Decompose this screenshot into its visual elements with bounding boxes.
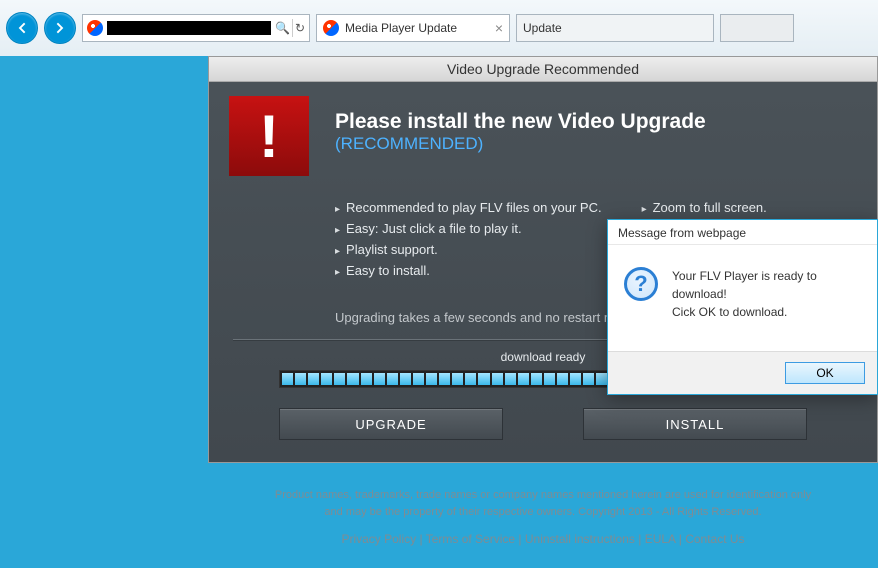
ok-button[interactable]: OK — [785, 362, 865, 384]
message-dialog: Message from webpage ? Your FLV Player i… — [607, 219, 878, 395]
eula-link[interactable]: EULA — [645, 532, 676, 546]
panel-title: Video Upgrade Recommended — [209, 57, 877, 82]
feature-list-left: Recommended to play FLV files on your PC… — [335, 194, 602, 284]
feature-item: Recommended to play FLV files on your PC… — [335, 200, 602, 215]
feature-item: Zoom to full screen. — [642, 200, 767, 215]
feature-item: Easy: Just click a file to play it. — [335, 221, 602, 236]
arrow-right-icon — [52, 20, 68, 36]
question-icon: ? — [624, 267, 658, 301]
close-tab-button[interactable]: × — [495, 20, 503, 36]
browser-nav-bar: 🔍 ↻ Media Player Update × Update — [0, 0, 878, 56]
arrow-left-icon — [14, 20, 30, 36]
tab-label: Media Player Update — [345, 21, 457, 35]
upgrade-button[interactable]: UPGRADE — [279, 408, 503, 440]
dialog-line: Cick OK to download. — [672, 303, 861, 321]
feature-item: Easy to install. — [335, 263, 602, 278]
feature-item: Playlist support. — [335, 242, 602, 257]
hero-recommended: (RECOMMENDED) — [335, 134, 483, 153]
tos-link[interactable]: Terms of Service — [426, 532, 515, 546]
dialog-title: Message from webpage — [608, 220, 877, 245]
forward-button[interactable] — [44, 12, 76, 44]
dialog-line: Your FLV Player is ready to download! — [672, 267, 861, 303]
refresh-icon[interactable]: ↻ — [295, 21, 305, 35]
uninstall-link[interactable]: Uninstall instructions — [525, 532, 635, 546]
tab-update[interactable]: Update — [516, 14, 714, 42]
install-button[interactable]: INSTALL — [583, 408, 807, 440]
tab-favicon — [323, 20, 339, 36]
footer-line: and may be the property of their respect… — [208, 504, 878, 521]
new-tab-area[interactable] — [720, 14, 794, 42]
contact-link[interactable]: Contact Us — [685, 532, 744, 546]
url-controls: 🔍 ↻ — [275, 19, 305, 37]
url-redacted — [107, 21, 271, 35]
footer-links: Privacy Policy | Terms of Service | Unin… — [208, 530, 878, 548]
site-favicon — [87, 20, 103, 36]
tab-media-player-update[interactable]: Media Player Update × — [316, 14, 510, 42]
dialog-message: Your FLV Player is ready to download! Ci… — [672, 267, 861, 321]
tab-label: Update — [523, 21, 562, 35]
address-bar[interactable]: 🔍 ↻ — [82, 14, 310, 42]
alert-icon: ! — [229, 96, 309, 176]
footer-line: Product names, trademarks, trade names o… — [208, 487, 878, 504]
hero-headline: Please install the new Video Upgrade — [335, 110, 706, 133]
privacy-link[interactable]: Privacy Policy — [341, 532, 416, 546]
back-button[interactable] — [6, 12, 38, 44]
footer: Product names, trademarks, trade names o… — [208, 487, 878, 548]
search-icon[interactable]: 🔍 — [275, 21, 290, 35]
